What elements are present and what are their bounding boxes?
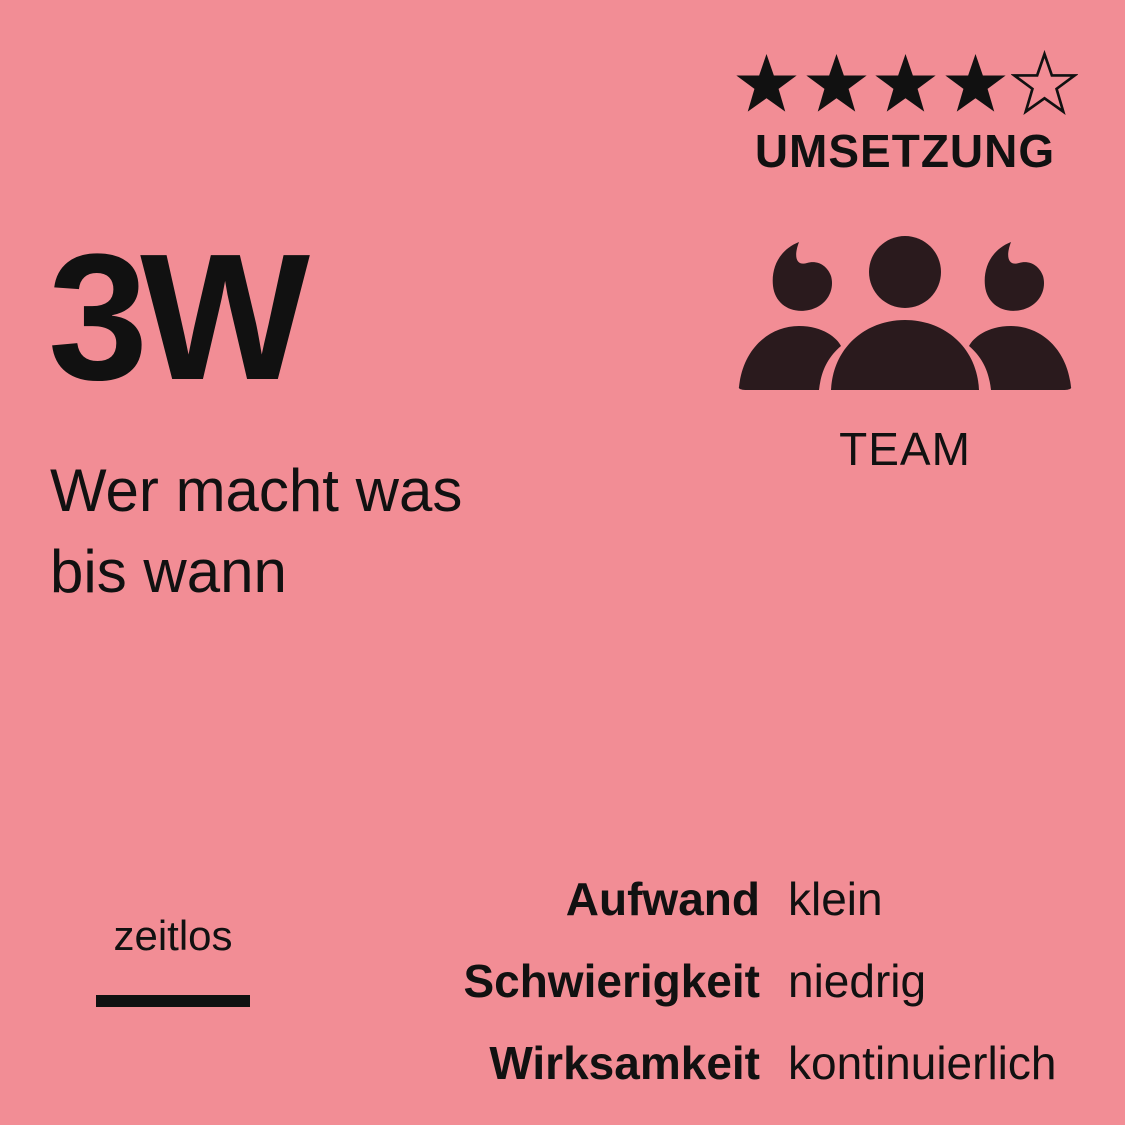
fact-row-effectiveness: Wirksamkeit kontinuierlich	[410, 1022, 1100, 1104]
effectiveness-label: Wirksamkeit	[489, 1037, 760, 1089]
rating-star-1-icon	[733, 50, 800, 117]
subtitle-line-2: bis wann	[50, 538, 287, 605]
effectiveness-value: kontinuierlich	[788, 1037, 1057, 1089]
difficulty-label: Schwierigkeit	[463, 955, 760, 1007]
method-title: 3W	[48, 217, 310, 418]
timeless-indicator-bar	[96, 995, 250, 1007]
rating-label: UMSETZUNG	[754, 125, 1056, 177]
rating-star-3-icon	[872, 50, 939, 117]
rating-star-2-icon	[803, 50, 870, 117]
subtitle-line-1: Wer macht was	[50, 457, 463, 524]
effort-value: klein	[788, 873, 883, 925]
fact-row-difficulty: Schwierigkeit niedrig	[410, 940, 1100, 1022]
rating-star-5-empty-icon	[1011, 49, 1078, 117]
fact-row-effort: Aufwand klein	[410, 858, 1100, 940]
method-facts: Aufwand klein Schwierigkeit niedrig Wirk…	[410, 858, 1100, 1104]
difficulty-value: niedrig	[788, 955, 927, 1007]
timeless-label: zeitlos	[113, 912, 233, 959]
effort-label: Aufwand	[565, 873, 760, 925]
team-icon	[735, 230, 1075, 400]
rating-star-4-icon	[942, 50, 1009, 117]
team-label: TEAM	[839, 423, 971, 475]
implementation-rating	[733, 48, 1078, 118]
method-subtitle: Wer macht was bis wann	[50, 450, 570, 612]
method-card: UMSETZUNG 3W Wer macht was bis wann TEAM…	[0, 0, 1125, 1125]
